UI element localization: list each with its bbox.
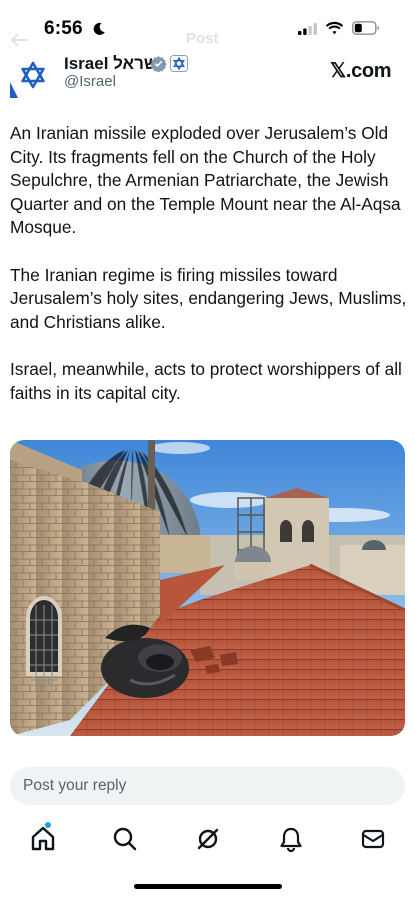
reply-input[interactable]: Post your reply [10,767,405,805]
handle[interactable]: @Israel [64,73,116,90]
x-com-wordmark: 𝕏.com [330,60,392,82]
faded-header-title: Post [186,30,219,47]
rooftop-photo-illustration [10,440,405,736]
display-name[interactable]: Israel ישראל [64,54,163,74]
avatar[interactable] [10,52,56,98]
government-badge-icon [170,55,188,72]
messages-icon[interactable] [358,824,388,854]
bottom-nav [0,818,415,858]
reply-placeholder: Post your reply [23,777,127,794]
israel-flag-avatar-icon [10,52,56,98]
search-icon[interactable] [110,824,140,854]
home-indicator [134,884,282,889]
grok-icon[interactable] [193,824,223,854]
back-arrow-icon[interactable] [10,30,30,50]
tweet-paragraph-2: The Iranian regime is firing missiles to… [10,264,407,332]
x-logo: 𝕏.com [330,58,392,83]
faded-post-header: Post [0,28,415,52]
notifications-icon[interactable] [276,824,306,854]
verified-icon [150,56,167,72]
tweet-text: An Iranian missile exploded over Jerusal… [10,122,408,429]
tweet-paragraph-3: Israel, meanwhile, acts to protect worsh… [10,358,402,403]
home-icon[interactable] [28,824,58,854]
tweet-paragraph-1: An Iranian missile exploded over Jerusal… [10,123,401,238]
tweet-photo[interactable] [10,440,405,736]
